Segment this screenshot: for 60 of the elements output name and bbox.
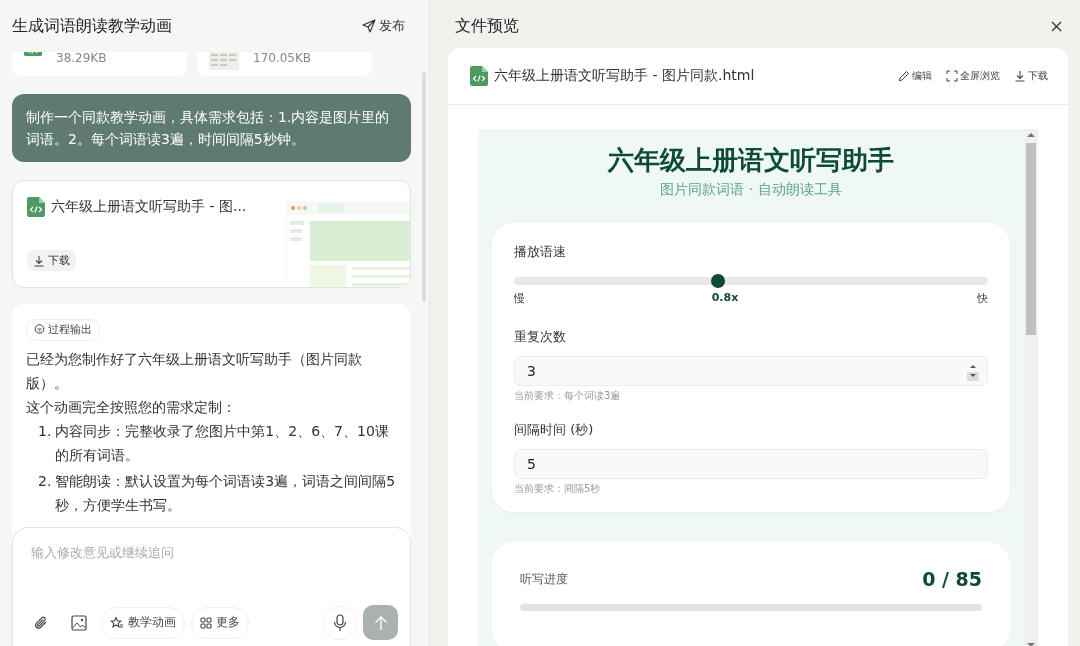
app-subtitle: 图片同款词语 · 自动朗读工具 — [659, 181, 843, 199]
slider-thumb[interactable] — [710, 274, 725, 288]
paperclip-icon — [33, 614, 49, 631]
scroll-up-icon[interactable] — [1027, 132, 1035, 138]
toolbar-button[interactable]: 下载 — [1014, 69, 1048, 83]
bulb-icon — [34, 324, 45, 335]
chip-button[interactable]: 教学动画 — [101, 606, 185, 639]
file-name: 六年级上册语文听写助手 - 图片同款.html — [494, 67, 755, 85]
file-size: 170.05KB — [253, 52, 312, 65]
download-button[interactable]: 下载 — [27, 250, 76, 271]
toolbar-button[interactable]: 全屏浏览 — [946, 69, 1000, 83]
download-icon — [33, 254, 45, 267]
code-file-icon — [27, 197, 45, 217]
download-icon — [1014, 70, 1026, 82]
number-field[interactable]: 5 — [514, 449, 988, 479]
attachment-card[interactable]: 170.05KB — [197, 52, 372, 76]
slider-max-label: 快 — [977, 291, 988, 306]
slider-min-label: 慢 — [514, 291, 525, 306]
image-icon — [71, 614, 87, 631]
file-card[interactable]: 六年级上册语文听写助手 - 图... 下载 — [12, 180, 411, 288]
field-label: 重复次数 — [514, 328, 567, 346]
speed-slider[interactable] — [514, 277, 988, 285]
file-size: 38.29KB — [56, 52, 107, 65]
send-icon — [362, 19, 376, 33]
field-hint: 当前要求：每个词读3遍 — [514, 389, 622, 403]
reply-text: 这个动画完全按照您的需求定制： — [26, 397, 237, 417]
progress-count: 0 / 85 — [922, 568, 982, 590]
field-label: 播放语速 — [514, 243, 567, 261]
window-title: 生成词语朗读教学动画 — [12, 15, 172, 37]
list-number: 2. — [38, 471, 52, 491]
code-file-icon — [470, 66, 488, 86]
list-text: 内容同步：完整收录了您图片中第1、2、6、7、10课的所有词语。 — [55, 421, 390, 465]
message-input[interactable]: 输入修改意见或继续追问 — [31, 545, 396, 560]
app-title: 六年级上册语文听写助手 — [606, 144, 895, 177]
progress-label: 听写进度 — [520, 570, 568, 588]
attachment-card[interactable]: 38.29KB — [12, 52, 187, 76]
message-composer[interactable]: 输入修改意见或继续追问 教学动画 更多 — [12, 527, 411, 646]
process-output-tag[interactable]: 过程输出 — [26, 318, 100, 341]
sparkle-star-icon — [110, 615, 124, 630]
arrow-up-icon — [373, 614, 388, 631]
panel-title: 文件预览 — [455, 15, 519, 37]
user-message: 制作一个同款教学动画，具体需求包括：1.内容是图片里的词语。2。每个词语读3遍，时间间隔5秒钟。 — [12, 94, 411, 162]
pencil-icon — [898, 70, 910, 82]
fullscreen-icon — [946, 70, 958, 82]
grid-icon — [200, 616, 212, 629]
microphone-icon — [333, 613, 347, 632]
field-hint: 当前要求：间隔5秒 — [514, 482, 602, 496]
toolbar-button[interactable]: 编辑 — [898, 69, 932, 83]
speed-reading: 0.8x — [711, 291, 739, 306]
scrollbar[interactable] — [1024, 129, 1038, 646]
close-icon — [1051, 20, 1062, 32]
list-number: 1. — [38, 421, 52, 441]
field-label: 间隔时间 (秒) — [514, 421, 595, 439]
reply-text: 已经为您制作好了六年级上册语文听写助手（图片同款版）。 — [26, 349, 363, 393]
list-text: 智能朗读：默认设置为每个词语读3遍，词语之间间隔5秒，方便学生书写。 — [55, 471, 397, 515]
chip-button[interactable]: 更多 — [191, 606, 249, 639]
number-field[interactable]: 3 — [514, 356, 988, 386]
file-name: 六年级上册语文听写助手 - 图... — [51, 198, 247, 216]
microphone-button[interactable] — [323, 605, 357, 640]
publish-button[interactable]: 发布 — [360, 15, 407, 37]
